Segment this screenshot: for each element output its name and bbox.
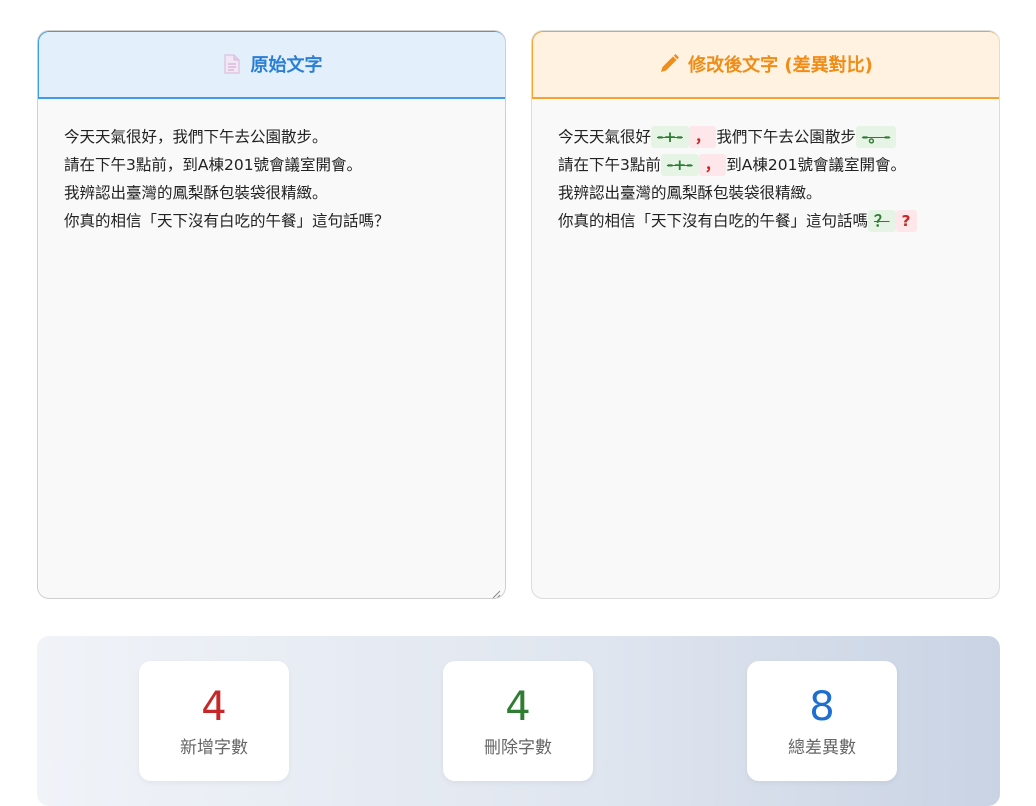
deleted-count-value: 4 bbox=[505, 684, 531, 730]
diff-line: 請在下午3點前 -+-，到A棟201號會議室開會。 bbox=[558, 151, 973, 179]
modified-panel-header: 修改後文字 (差異對比) bbox=[532, 31, 999, 99]
diff-view: 今天天氣很好 -+-，我們下午去公園散步 -。- 請在下午3點前 -+-，到A棟201… bbox=[532, 99, 999, 259]
total-diff-value: 8 bbox=[809, 684, 835, 730]
document-icon bbox=[221, 53, 243, 75]
pencil-icon bbox=[658, 53, 680, 75]
diff-text: 請在下午3點前 bbox=[558, 155, 661, 174]
modified-panel-title: 修改後文字 (差異對比) bbox=[688, 55, 873, 76]
modified-panel: 修改後文字 (差異對比) 今天天氣很好 -+-，我們下午去公園散步 -。- 請在下午… bbox=[531, 30, 1000, 599]
deleted-count-label: 刪除字數 bbox=[484, 738, 552, 758]
diff-line: 我辨認出臺灣的鳳梨酥包裝袋很精緻。 bbox=[558, 179, 973, 207]
original-panel: 原始文字 bbox=[37, 30, 506, 599]
deleted-chars: -+- bbox=[651, 125, 689, 148]
added-count-label: 新增字數 bbox=[180, 738, 248, 758]
original-panel-title: 原始文字 bbox=[250, 55, 323, 76]
inserted-chars: ? bbox=[895, 209, 917, 232]
diff-text: 今天天氣很好 bbox=[558, 127, 652, 146]
total-diff-label: 總差異數 bbox=[788, 738, 856, 758]
deleted-chars: -。- bbox=[855, 125, 897, 148]
resize-grip-icon[interactable] bbox=[491, 584, 501, 598]
diff-text: 我們下午去公園散步 bbox=[716, 127, 856, 146]
stats-panel: 4 新增字數 4 刪除字數 8 總差異數 bbox=[37, 636, 1000, 806]
diff-line: 今天天氣很好 -+-，我們下午去公園散步 -。- bbox=[558, 123, 973, 151]
inserted-chars: ， bbox=[688, 125, 717, 148]
diff-text: 我辨認出臺灣的鳳梨酥包裝袋很精緻。 bbox=[558, 183, 822, 202]
diff-line: 你真的相信「天下沒有白吃的午餐」這句話嗎？? bbox=[558, 207, 973, 235]
deleted-chars: -+- bbox=[660, 153, 699, 176]
deleted-chars: ？ bbox=[868, 209, 896, 232]
added-count-value: 4 bbox=[201, 684, 227, 730]
diff-text: 到A棟201號會議室開會。 bbox=[726, 155, 906, 174]
original-text-input[interactable] bbox=[38, 98, 505, 595]
total-diff-card: 8 總差異數 bbox=[747, 661, 897, 781]
added-count-card: 4 新增字數 bbox=[139, 661, 289, 781]
deleted-count-card: 4 刪除字數 bbox=[443, 661, 593, 781]
diff-text: 你真的相信「天下沒有白吃的午餐」這句話嗎 bbox=[558, 211, 869, 230]
original-panel-header: 原始文字 bbox=[38, 31, 505, 99]
inserted-chars: ， bbox=[698, 153, 727, 176]
